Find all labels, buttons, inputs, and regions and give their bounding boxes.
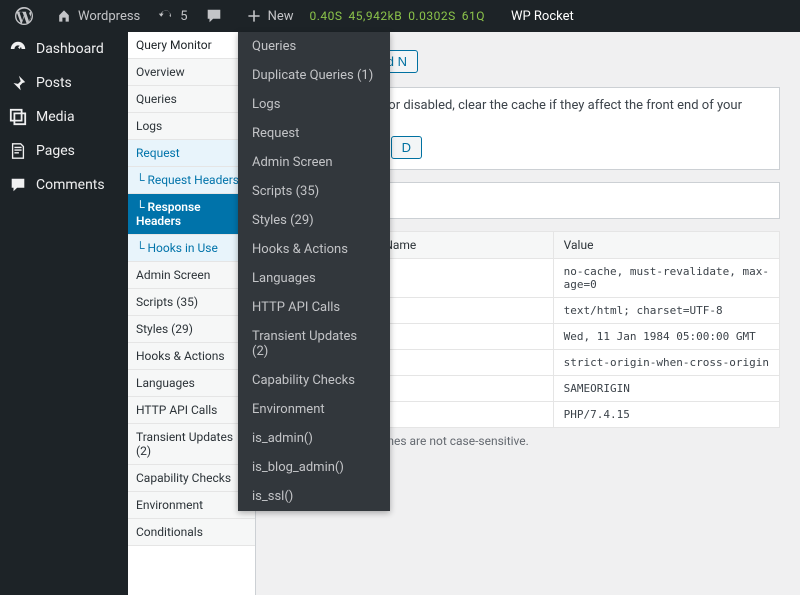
qm-item: Query Monitor [128, 32, 255, 59]
comments-bubble[interactable] [196, 0, 236, 32]
updates[interactable]: 5 [148, 0, 195, 32]
dropdown-item[interactable]: is_ssl() [238, 482, 390, 511]
qm-item[interactable]: Capability Checks [128, 465, 255, 492]
dropdown-item[interactable]: Queries [238, 32, 390, 61]
sidebar-item-pages[interactable]: Pages [0, 134, 128, 168]
comment-icon [8, 175, 28, 195]
qm-item[interactable]: Admin Screen [128, 262, 255, 289]
sidebar-item-media[interactable]: Media [0, 100, 128, 134]
sidebar-item-posts[interactable]: Posts [0, 66, 128, 100]
dashboard-icon [8, 39, 28, 59]
qm-item[interactable]: Hooks & Actions [128, 343, 255, 370]
dropdown-item[interactable]: HTTP API Calls [238, 293, 390, 322]
qm-item[interactable]: Environment [128, 492, 255, 519]
qm-item[interactable]: Transient Updates (2) [128, 424, 255, 465]
dropdown-item[interactable]: Languages [238, 264, 390, 293]
dropdown-item[interactable]: is_admin() [238, 424, 390, 453]
plus-icon [244, 6, 264, 26]
dropdown-item[interactable]: is_blog_admin() [238, 453, 390, 482]
qm-item[interactable]: └ Request Headers [128, 167, 255, 194]
home-icon [54, 6, 74, 26]
qm-item[interactable]: Overview [128, 59, 255, 86]
admin-bar: Wordpress 5 New 0.40S 45,942kB 0.0302S 6… [0, 0, 800, 32]
qm-item[interactable]: Logs [128, 113, 255, 140]
dropdown-item[interactable]: Transient Updates (2) [238, 322, 390, 366]
qm-item[interactable]: Queries [128, 86, 255, 113]
update-icon [156, 6, 176, 26]
col-header-value: Value [553, 232, 779, 259]
qm-item[interactable]: └ Hooks in Use [128, 235, 255, 262]
qm-sidebar: Query MonitorOverviewQueriesLogsRequest└… [128, 32, 256, 595]
qm-dropdown: QueriesDuplicate Queries (1)LogsRequestA… [238, 32, 390, 511]
pin-icon [8, 73, 28, 93]
admin-sidebar: DashboardPostsMediaPagesComments [0, 32, 128, 595]
dropdown-item[interactable]: Duplicate Queries (1) [238, 61, 390, 90]
qm-stats[interactable]: 0.40S 45,942kB 0.0302S 61Q [302, 0, 499, 32]
qm-item[interactable]: Scripts (35) [128, 289, 255, 316]
dropdown-item[interactable]: Admin Screen [238, 148, 390, 177]
dropdown-item[interactable]: Environment [238, 395, 390, 424]
qm-item[interactable]: Languages [128, 370, 255, 397]
dropdown-item[interactable]: Capability Checks [238, 366, 390, 395]
dismiss-button[interactable]: D [391, 136, 422, 159]
site-name[interactable]: Wordpress [46, 0, 148, 32]
qm-item[interactable]: HTTP API Calls [128, 397, 255, 424]
qm-item[interactable]: Request [128, 140, 255, 167]
dropdown-item[interactable]: Hooks & Actions [238, 235, 390, 264]
media-icon [8, 107, 28, 127]
qm-item[interactable]: └ Response Headers [128, 194, 255, 235]
sidebar-item-dashboard[interactable]: Dashboard [0, 32, 128, 66]
wp-rocket-menu[interactable]: WP Rocket [503, 0, 582, 32]
qm-item[interactable]: Styles (29) [128, 316, 255, 343]
wp-logo[interactable] [6, 0, 46, 32]
dropdown-item[interactable]: Request [238, 119, 390, 148]
sidebar-item-comments[interactable]: Comments [0, 168, 128, 202]
pages-icon [8, 141, 28, 161]
new-content[interactable]: New [236, 0, 302, 32]
dropdown-item[interactable]: Logs [238, 90, 390, 119]
comment-icon [204, 6, 224, 26]
dropdown-item[interactable]: Scripts (35) [238, 177, 390, 206]
dropdown-item[interactable]: Styles (29) [238, 206, 390, 235]
qm-item[interactable]: Conditionals [128, 519, 255, 546]
